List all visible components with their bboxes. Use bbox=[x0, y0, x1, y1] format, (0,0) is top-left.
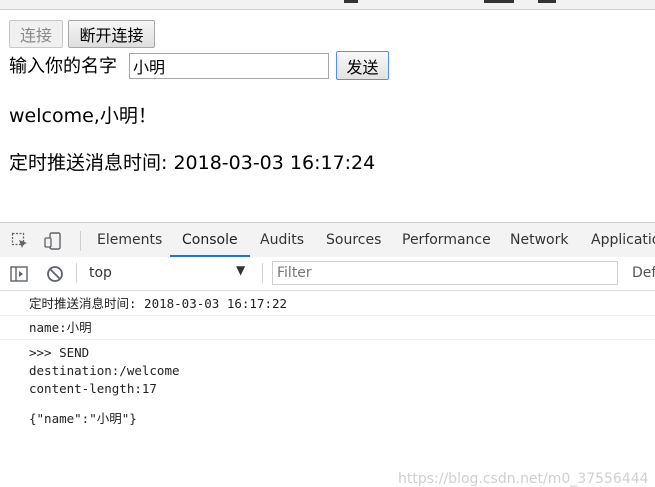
context-selector[interactable]: top bbox=[89, 265, 112, 281]
timer-message: 定时推送消息时间: 2018-03-03 16:17:24 bbox=[9, 152, 376, 174]
tab-network[interactable]: Network bbox=[510, 223, 568, 256]
devtools-tabbar: Elements Console Audits Sources Performa… bbox=[0, 223, 655, 258]
tab-sources[interactable]: Sources bbox=[326, 223, 381, 256]
tab-separator bbox=[80, 231, 81, 251]
browser-top-strip bbox=[0, 0, 655, 10]
console-line: name:小明 bbox=[29, 320, 92, 335]
tab-application[interactable]: Applicatio bbox=[591, 223, 655, 256]
device-toolbar-icon[interactable] bbox=[44, 232, 62, 250]
console-message: name:小明 bbox=[0, 316, 655, 340]
disconnect-button[interactable]: 断开连接 bbox=[68, 20, 155, 48]
console-line: 定时推送消息时间: 2018-03-03 16:17:22 bbox=[29, 296, 288, 311]
console-line: {"name":"小明"} bbox=[29, 411, 137, 426]
cut-off-glyph bbox=[344, 0, 358, 3]
cut-off-glyph bbox=[538, 0, 556, 3]
console-filter-input[interactable] bbox=[272, 261, 618, 285]
name-input[interactable] bbox=[129, 53, 329, 79]
dropdown-arrow-icon[interactable]: ▼ bbox=[236, 263, 245, 277]
console-toolbar: top ▼ Def bbox=[0, 257, 655, 291]
log-levels-dropdown[interactable]: Def bbox=[632, 265, 655, 281]
tab-console[interactable]: Console bbox=[170, 223, 250, 257]
inspect-element-icon[interactable] bbox=[11, 232, 29, 250]
console-message: 定时推送消息时间: 2018-03-03 16:17:22 bbox=[0, 290, 655, 316]
tab-elements[interactable]: Elements bbox=[97, 223, 162, 256]
watermark: https://blog.csdn.net/m0_37556444 bbox=[398, 471, 649, 487]
tab-audits[interactable]: Audits bbox=[260, 223, 304, 256]
name-label: 输入你的名字 bbox=[9, 56, 117, 77]
console-line: >>> SEND bbox=[29, 345, 90, 360]
console-output: 定时推送消息时间: 2018-03-03 16:17:22 name:小明 >>… bbox=[0, 290, 655, 487]
toolbar-separator bbox=[76, 263, 77, 283]
connect-button[interactable]: 连接 bbox=[9, 20, 63, 48]
devtools-panel: Elements Console Audits Sources Performa… bbox=[0, 222, 655, 487]
toolbar-separator bbox=[262, 263, 263, 283]
cut-off-glyph bbox=[484, 0, 514, 3]
console-sidebar-icon[interactable] bbox=[10, 265, 28, 283]
tab-performance[interactable]: Performance bbox=[402, 223, 491, 256]
clear-console-icon[interactable] bbox=[46, 265, 64, 283]
welcome-message: welcome,小明！ bbox=[9, 105, 157, 127]
console-line: content-length:17 bbox=[29, 381, 157, 396]
console-line: destination:/welcome bbox=[29, 363, 180, 378]
console-message: >>> SEND destination:/welcome content-le… bbox=[0, 340, 655, 438]
send-button[interactable]: 发送 bbox=[336, 51, 389, 80]
